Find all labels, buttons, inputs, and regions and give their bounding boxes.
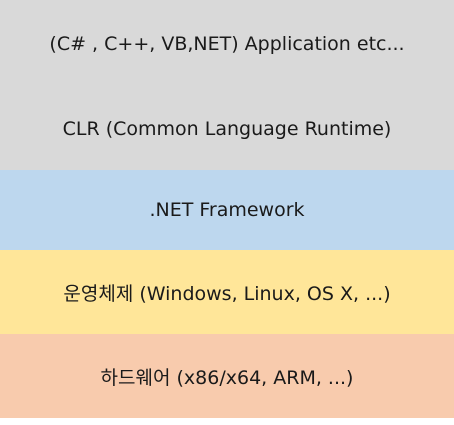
layer-net-framework-label: .NET Framework — [149, 199, 305, 221]
layer-hardware: 하드웨어 (x86/x64, ARM, ...) — [0, 334, 454, 418]
layer-application-label: (C# , C++, VB,NET) Application etc... — [49, 33, 405, 55]
layer-net-framework: .NET Framework — [0, 170, 454, 250]
layer-hardware-label: 하드웨어 (x86/x64, ARM, ...) — [100, 366, 354, 389]
layer-operating-system-label: 운영체제 (Windows, Linux, OS X, ...) — [63, 282, 391, 305]
layer-application: (C# , C++, VB,NET) Application etc... — [0, 0, 454, 88]
layer-operating-system: 운영체제 (Windows, Linux, OS X, ...) — [0, 250, 454, 334]
layer-clr: CLR (Common Language Runtime) — [0, 88, 454, 170]
architecture-stack-diagram: (C# , C++, VB,NET) Application etc... CL… — [0, 0, 454, 425]
layer-clr-label: CLR (Common Language Runtime) — [62, 118, 392, 140]
